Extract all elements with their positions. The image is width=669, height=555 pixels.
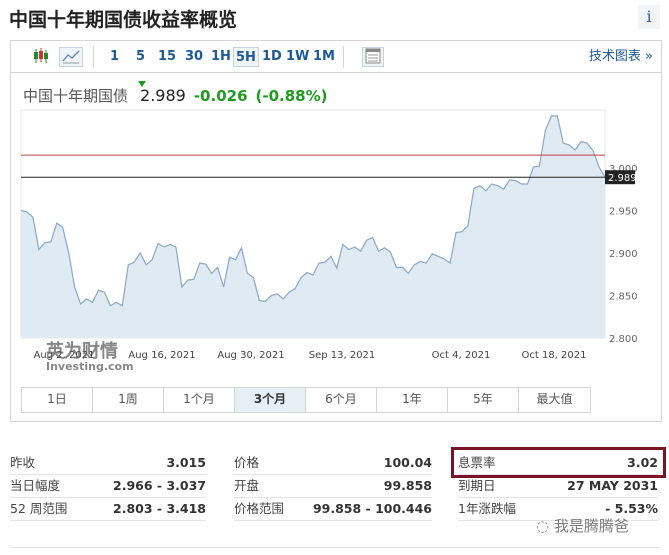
- x-tick-label: Oct 18, 2021: [522, 350, 587, 361]
- stats-column-2: 价格 100.04 开盘 99.858 价格范围 99.858 - 100.446: [234, 452, 432, 521]
- x-tick-label: Aug 30, 2021: [217, 350, 284, 361]
- stat-row: 52 周范围 2.803 - 3.418: [10, 498, 206, 521]
- stat-value: 100.04: [383, 455, 432, 470]
- period-6m[interactable]: 6个月: [306, 388, 377, 412]
- page-title: 中国十年期国债收益率概览: [9, 9, 238, 31]
- investing-logo: 英为财情 Investing.com: [46, 343, 134, 373]
- stat-label: 价格: [234, 455, 260, 470]
- stats-column-1: 昨收 3.015 当日幅度 2.966 - 3.037 52 周范围 2.803 - …: [10, 452, 206, 521]
- stat-label: 昨收: [10, 455, 36, 470]
- y-tick-label: 2.950: [609, 206, 638, 217]
- period-1m[interactable]: 1个月: [164, 388, 235, 412]
- stat-label: 当日幅度: [10, 478, 61, 493]
- y-tick-label: 2.850: [609, 291, 638, 302]
- wechat-watermark: ◌ 我是腾腾爸: [536, 515, 629, 536]
- stat-value: 2.966 - 3.037: [113, 478, 206, 493]
- info-icon[interactable]: i: [638, 5, 660, 29]
- stat-row: 当日幅度 2.966 - 3.037: [10, 475, 206, 498]
- x-tick-label: Oct 4, 2021: [432, 350, 491, 361]
- stat-value: 99.858 - 100.446: [312, 501, 432, 516]
- stat-row: 开盘 99.858: [234, 475, 432, 498]
- period-1w[interactable]: 1周: [93, 388, 164, 412]
- yield-chart[interactable]: 2.8002.8502.9002.9503.0002.989Aug 2, 202…: [11, 41, 663, 381]
- stat-row: 到期日 27 MAY 2031: [458, 475, 658, 498]
- wechat-icon: ◌: [536, 517, 554, 535]
- chart-panel: 1 5 15 30 1H 5H 1D 1W 1M 技术图表 » 中国十年期国债 2…: [10, 40, 662, 422]
- stat-value: 99.858: [383, 478, 432, 493]
- period-5y[interactable]: 5年: [448, 388, 519, 412]
- stat-row: 价格 100.04: [234, 452, 432, 475]
- stat-value: 3.015: [166, 455, 206, 470]
- period-1y[interactable]: 1年: [377, 388, 448, 412]
- period-selector: 1日 1周 1个月 3个月 6个月 1年 5年 最大值: [21, 387, 591, 413]
- period-max[interactable]: 最大值: [519, 388, 590, 412]
- stat-label: 价格范围: [234, 501, 285, 516]
- stat-row: 价格范围 99.858 - 100.446: [234, 498, 432, 521]
- coupon-highlight-box: [451, 447, 666, 478]
- watermark-text: 我是腾腾爸: [553, 517, 629, 535]
- stat-value: 27 MAY 2031: [567, 478, 658, 493]
- x-tick-label: Sep 13, 2021: [309, 350, 376, 361]
- stat-label: 1年涨跌幅: [458, 501, 516, 516]
- period-3m[interactable]: 3个月: [235, 388, 306, 412]
- stat-label: 开盘: [234, 478, 260, 493]
- stat-value: 2.803 - 3.418: [113, 501, 206, 516]
- last-value-label: 2.989: [608, 173, 637, 184]
- y-tick-label: 2.900: [609, 249, 638, 260]
- y-tick-label: 2.800: [609, 334, 638, 345]
- logo-en: Investing.com: [46, 360, 134, 373]
- stat-label: 到期日: [458, 478, 496, 493]
- stat-label: 52 周范围: [10, 501, 68, 516]
- period-1d[interactable]: 1日: [22, 388, 93, 412]
- divider: [10, 547, 660, 548]
- x-tick-label: Aug 16, 2021: [128, 350, 195, 361]
- logo-cn: 英为财情: [46, 341, 118, 362]
- stat-row: 昨收 3.015: [10, 452, 206, 475]
